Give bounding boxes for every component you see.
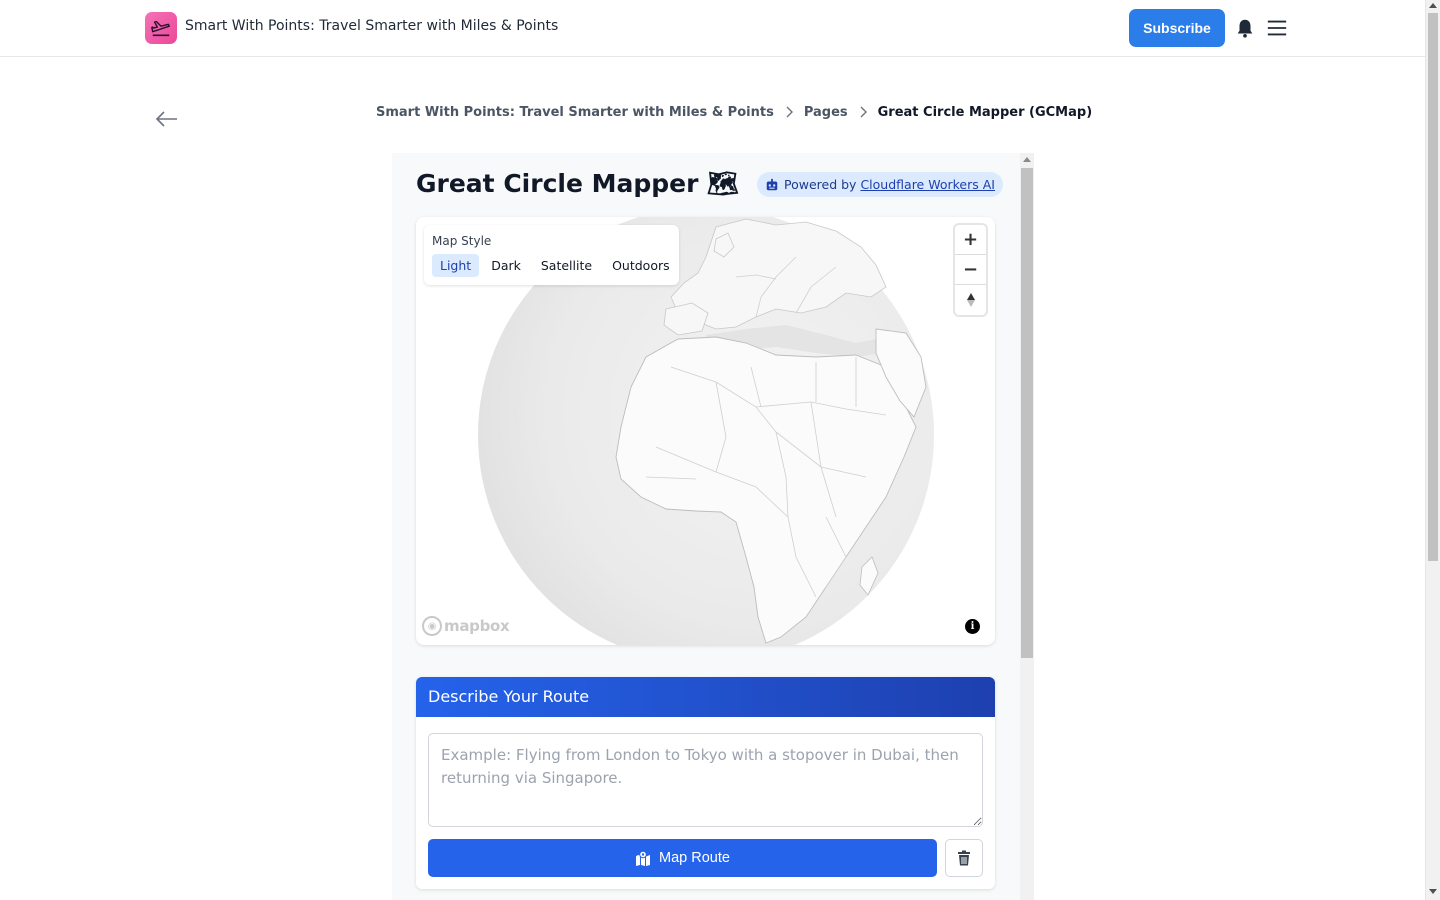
- breadcrumb-item-pages[interactable]: Pages: [804, 105, 848, 120]
- page-scroll-thumb[interactable]: [1428, 13, 1438, 561]
- route-map[interactable]: Map Style Light Dark Satellite Outdoors …: [416, 217, 995, 645]
- map-style-panel: Map Style Light Dark Satellite Outdoors: [424, 225, 679, 285]
- mapbox-logo-icon: ◉: [422, 616, 442, 636]
- breadcrumb-item-current: Great Circle Mapper (GCMap): [877, 104, 1093, 120]
- frame-scrollbar[interactable]: [1020, 153, 1034, 900]
- top-navbar: Smart With Points: Travel Smarter with M…: [0, 0, 1425, 57]
- powered-by-label: Powered by: [784, 177, 857, 192]
- bell-icon[interactable]: [1234, 17, 1256, 39]
- map-style-satellite[interactable]: Satellite: [533, 254, 600, 277]
- robot-icon: [766, 178, 778, 190]
- map-marker-icon: [636, 850, 651, 866]
- menu-icon[interactable]: [1266, 17, 1288, 39]
- frame-scroll-thumb[interactable]: [1021, 168, 1033, 658]
- breadcrumb-item-home[interactable]: Smart With Points: Travel Smarter with M…: [376, 105, 774, 120]
- chevron-right-icon: [848, 104, 878, 120]
- powered-by-badge: Powered by Cloudflare Workers AI: [757, 172, 1003, 197]
- back-arrow-icon[interactable]: [154, 107, 180, 131]
- route-card: Describe Your Route Map Route: [416, 677, 995, 889]
- map-style-dark[interactable]: Dark: [483, 254, 529, 277]
- zoom-out-icon[interactable]: −: [955, 255, 986, 285]
- zoom-in-icon[interactable]: +: [955, 225, 986, 255]
- info-icon[interactable]: i: [965, 619, 980, 634]
- logo-icon[interactable]: [145, 12, 177, 44]
- scroll-up-arrow-icon[interactable]: [1429, 3, 1437, 8]
- cloudflare-link[interactable]: Cloudflare Workers AI: [860, 177, 995, 192]
- gcmap-embed-frame: Great Circle Mapper 🗺 Powered by Cloudfl…: [392, 153, 1034, 900]
- mapbox-wordmark: mapbox: [444, 617, 510, 635]
- subscribe-button[interactable]: Subscribe: [1129, 9, 1225, 47]
- map-route-button[interactable]: Map Route: [428, 839, 937, 877]
- map-style-light[interactable]: Light: [432, 254, 480, 277]
- scroll-down-arrow-icon[interactable]: [1429, 889, 1437, 894]
- map-route-label: Map Route: [659, 850, 730, 866]
- chevron-right-icon: [774, 104, 804, 120]
- map-zoom-controls: + −: [955, 225, 986, 315]
- mapbox-logo[interactable]: ◉ mapbox: [422, 616, 510, 636]
- app-title: Great Circle Mapper 🗺: [416, 169, 739, 198]
- route-card-heading: Describe Your Route: [416, 677, 995, 717]
- breadcrumb: Smart With Points: Travel Smarter with M…: [376, 104, 1092, 120]
- map-style-outdoors[interactable]: Outdoors: [604, 254, 678, 277]
- frame-scroll-up-icon[interactable]: [1023, 157, 1031, 162]
- plane-icon: [151, 20, 170, 37]
- route-description-input[interactable]: [428, 733, 983, 827]
- site-title[interactable]: Smart With Points: Travel Smarter with M…: [185, 18, 558, 34]
- clear-route-button[interactable]: [945, 839, 983, 877]
- page-scrollbar[interactable]: [1425, 0, 1440, 900]
- compass-icon[interactable]: [955, 285, 986, 315]
- trash-icon: [958, 850, 970, 866]
- map-style-label: Map Style: [432, 234, 492, 248]
